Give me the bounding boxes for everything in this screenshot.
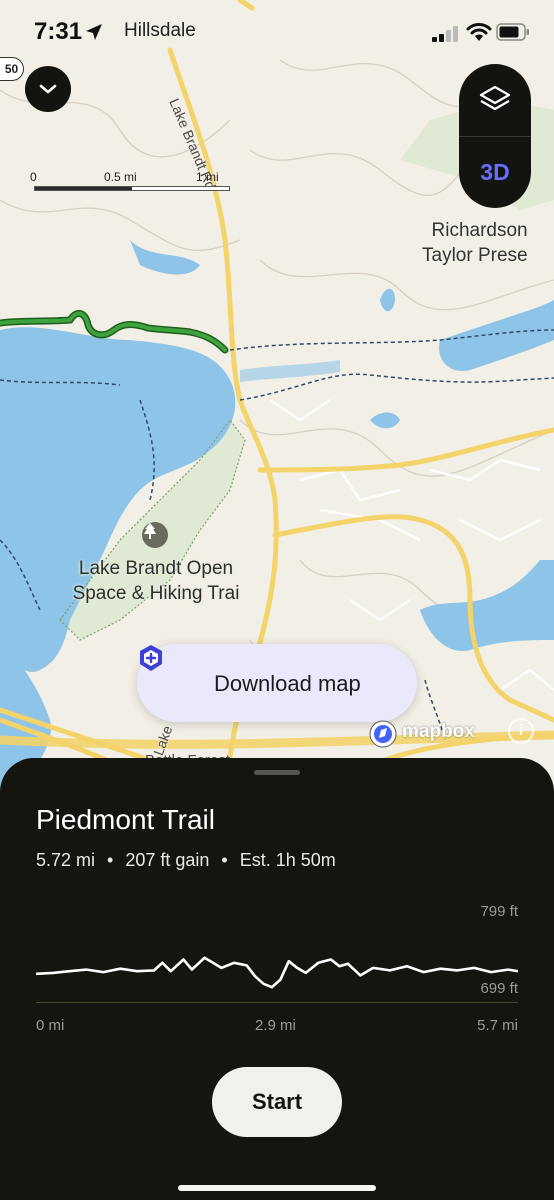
park-label-line2: Space & Hiking Trai — [72, 583, 240, 604]
status-bar: 7:31 Hillsdale — [0, 0, 554, 62]
stats-separator: • — [221, 850, 228, 870]
trail-gain: 207 ft gain — [125, 850, 210, 870]
shield-plus-icon — [140, 645, 162, 671]
scale-bar: 0 0.5 mi 1 mi — [30, 170, 230, 194]
mapbox-attribution: mapbox — [402, 721, 475, 742]
three-d-toggle[interactable]: 3D — [459, 137, 531, 208]
chevron-down-icon — [39, 84, 57, 94]
collapse-button[interactable] — [25, 66, 71, 112]
status-time: 7:31 — [34, 18, 83, 45]
elevation-chart[interactable] — [36, 920, 518, 1004]
scale-label-0: 0 — [30, 170, 37, 184]
scale-line — [34, 186, 230, 191]
scale-label-half: 0.5 mi — [104, 170, 137, 184]
layers-button[interactable] — [459, 64, 531, 136]
trail-name: Piedmont Trail — [36, 804, 215, 835]
battery-icon — [496, 23, 529, 41]
app-screen: Lake Brandt Rd Lake Battle Forest Richar… — [0, 0, 554, 1200]
trail-sheet[interactable]: Piedmont Trail 5.72 mi • 207 ft gain • Est. … — [0, 758, 554, 1200]
home-indicator[interactable] — [178, 1185, 376, 1191]
status-location: Hillsdale — [124, 20, 196, 41]
preserve-label: Richardson Taylor Prese — [422, 218, 528, 268]
scale-fill — [35, 187, 132, 190]
elevation-max-label: 799 ft — [480, 903, 518, 920]
elevation-axis — [36, 1002, 518, 1003]
cellular-signal-icon — [432, 26, 458, 42]
wifi-icon — [466, 23, 492, 41]
trail-estimate: Est. 1h 50m — [239, 850, 336, 870]
elevation-line — [36, 956, 518, 989]
layers-icon — [479, 85, 511, 111]
distance-tick-start: 0 mi — [36, 1017, 65, 1034]
distance-tick-mid: 2.9 mi — [255, 1017, 296, 1034]
location-arrow-icon — [86, 24, 102, 40]
start-button[interactable]: Start — [212, 1067, 342, 1137]
park-label: Lake Brandt Open Space & Hiking Trai — [56, 556, 256, 606]
preserve-label-line2: Taylor Prese — [422, 245, 528, 266]
preserve-label-line1: Richardson — [431, 220, 528, 241]
park-label-line1: Lake Brandt Open — [78, 558, 234, 579]
trail-stats: 5.72 mi • 207 ft gain • Est. 1h 50m — [36, 850, 336, 871]
download-map-label: Download map — [214, 671, 361, 696]
info-icon[interactable]: i — [508, 718, 534, 744]
scale-label-1: 1 mi — [196, 170, 219, 184]
tree-icon[interactable] — [142, 522, 168, 548]
sheet-handle[interactable] — [254, 770, 300, 775]
distance-tick-end: 5.7 mi — [477, 1017, 518, 1034]
trail-distance: 5.72 mi — [36, 850, 96, 870]
stats-separator: • — [107, 850, 114, 870]
mapbox-logo[interactable]: mapbox — [366, 718, 496, 748]
elevation-min-label: 699 ft — [480, 980, 518, 997]
download-map-button[interactable]: Download map — [137, 644, 417, 722]
mapbox-icon — [369, 720, 397, 748]
map-controls: 3D — [459, 64, 531, 208]
